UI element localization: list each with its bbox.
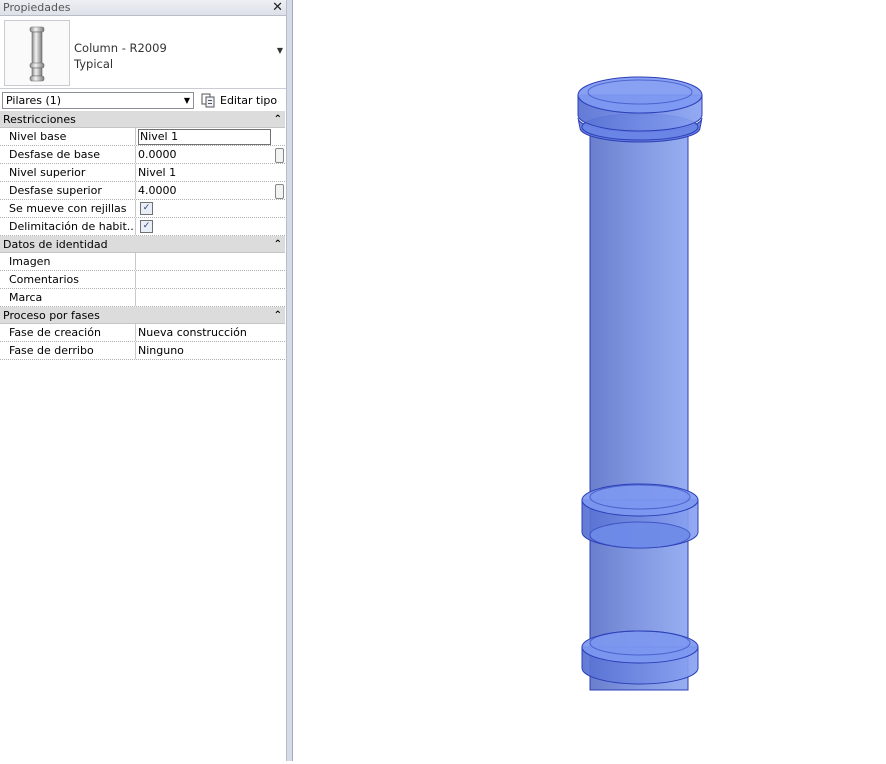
properties-grid: Restricciones ⌃ Nivel base Nivel 1 Desfa…	[0, 111, 285, 360]
nivel-base-field[interactable]: Nivel 1	[138, 128, 271, 145]
checkbox[interactable]: ✓	[140, 202, 153, 215]
property-row[interactable]: Marca	[0, 289, 285, 307]
property-label: Marca	[0, 289, 136, 306]
property-row[interactable]: Se mueve con rejillas ✓	[0, 200, 285, 218]
instance-filter-dropdown[interactable]: Pilares (1) ▼	[2, 92, 194, 109]
property-value[interactable]	[136, 271, 285, 288]
property-value[interactable]: Nueva construcción	[136, 324, 285, 341]
property-value[interactable]: Ninguno	[136, 342, 285, 359]
property-label: Desfase superior	[0, 182, 136, 199]
property-value[interactable]: 0.0000	[136, 146, 285, 163]
value-button[interactable]	[275, 148, 284, 163]
close-icon[interactable]: ✕	[272, 1, 283, 14]
edit-type-label: Editar tipo	[220, 93, 278, 107]
property-label: Comentarios	[0, 271, 136, 288]
property-label: Nivel superior	[0, 164, 136, 181]
property-row[interactable]: Imagen	[0, 253, 285, 271]
property-label: Fase de derribo	[0, 342, 136, 359]
column-thumbnail	[4, 20, 70, 86]
category-header-datos-identidad[interactable]: Datos de identidad ⌃	[0, 236, 285, 253]
property-label: Desfase de base	[0, 146, 136, 163]
palette-titlebar[interactable]: Propiedades ✕	[0, 0, 286, 16]
chevron-down-icon: ▼	[183, 96, 190, 105]
checkbox[interactable]: ✓	[140, 220, 153, 233]
chevron-down-icon[interactable]: ▼	[277, 46, 283, 55]
property-label: Delimitación de habit...	[0, 218, 136, 235]
property-value[interactable]: Nivel 1	[136, 128, 285, 145]
edit-type-button[interactable]: Editar tipo	[201, 91, 277, 109]
nivel-superior-value[interactable]: Nivel 1	[138, 166, 176, 179]
column-3d-model[interactable]	[293, 0, 886, 761]
property-value[interactable]: Nivel 1	[136, 164, 285, 181]
type-subname: Typical	[74, 57, 114, 71]
3d-view-canvas[interactable]	[293, 0, 886, 761]
property-label: Fase de creación	[0, 324, 136, 341]
property-row[interactable]: Fase de creación Nueva construcción	[0, 324, 285, 342]
type-family: Column - R2009	[74, 41, 167, 55]
property-row[interactable]: Delimitación de habit... ✓	[0, 218, 285, 236]
property-label: Imagen	[0, 253, 136, 270]
property-label: Se mueve con rejillas	[0, 200, 136, 217]
property-row[interactable]: Nivel base Nivel 1	[0, 128, 285, 146]
property-value[interactable]	[136, 253, 285, 270]
category-title: Proceso por fases	[3, 308, 100, 322]
property-row[interactable]: Desfase superior 4.0000	[0, 182, 285, 200]
collapse-icon[interactable]: ⌃	[274, 239, 282, 250]
edit-type-icon	[201, 93, 215, 107]
category-header-proceso-fases[interactable]: Proceso por fases ⌃	[0, 307, 285, 324]
value-button[interactable]	[275, 184, 284, 199]
category-title: Restricciones	[3, 112, 76, 126]
type-selector[interactable]: Column - R2009 Typical ▼	[0, 16, 286, 89]
filter-value: Pilares (1)	[6, 94, 62, 107]
property-value[interactable]: ✓	[136, 218, 285, 235]
property-row[interactable]: Nivel superior Nivel 1	[0, 164, 285, 182]
property-value[interactable]: 4.0000	[136, 182, 285, 199]
property-row[interactable]: Comentarios	[0, 271, 285, 289]
category-header-restricciones[interactable]: Restricciones ⌃	[0, 111, 285, 128]
collapse-icon[interactable]: ⌃	[274, 310, 282, 321]
property-value[interactable]	[136, 289, 285, 306]
properties-palette: Propiedades ✕ Column - R2009 Typical ▼ P…	[0, 0, 287, 761]
filter-row: Pilares (1) ▼ Editar tipo	[0, 89, 286, 111]
desfase-superior-value[interactable]: 4.0000	[138, 184, 177, 197]
type-name: Column - R2009 Typical	[74, 40, 167, 72]
collapse-icon[interactable]: ⌃	[274, 114, 282, 125]
palette-title: Propiedades	[3, 1, 71, 14]
property-row[interactable]: Desfase de base 0.0000	[0, 146, 285, 164]
property-value[interactable]: ✓	[136, 200, 285, 217]
category-title: Datos de identidad	[3, 237, 108, 251]
desfase-base-value[interactable]: 0.0000	[138, 148, 177, 161]
property-label: Nivel base	[0, 128, 136, 145]
property-row[interactable]: Fase de derribo Ninguno	[0, 342, 285, 360]
